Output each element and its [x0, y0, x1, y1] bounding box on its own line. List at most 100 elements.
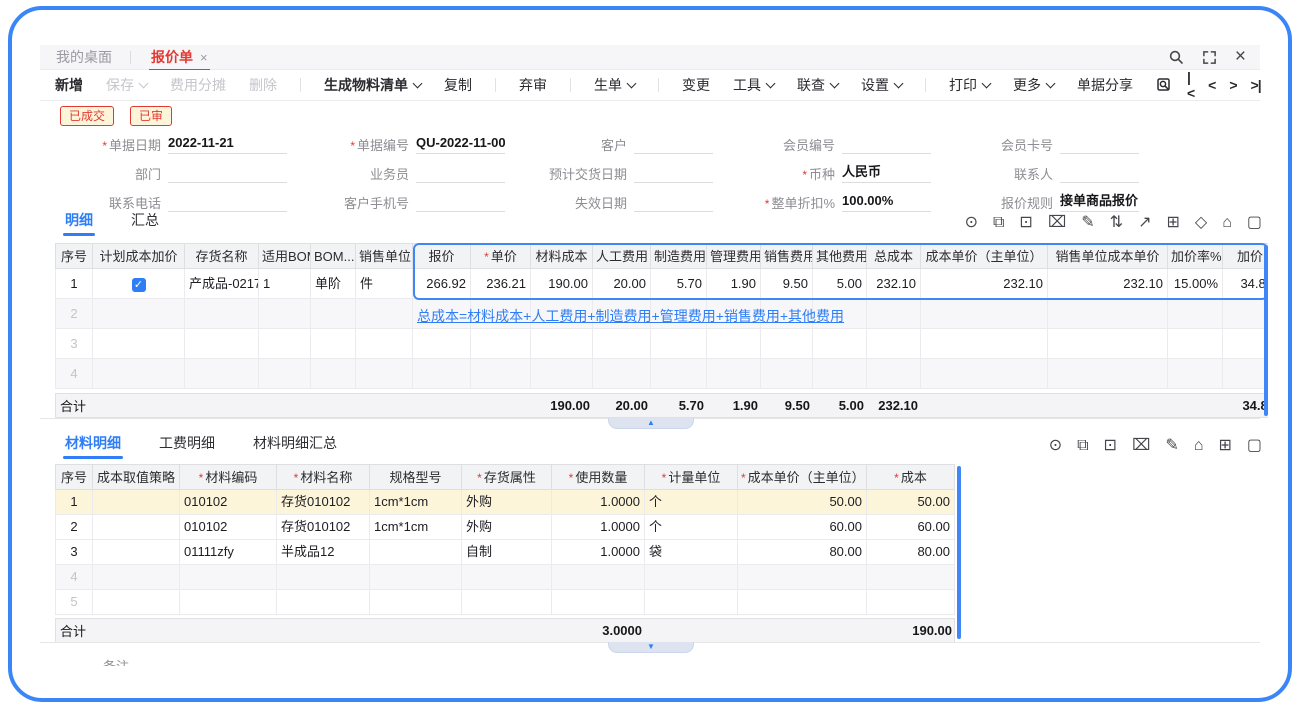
table-cell[interactable] [1223, 359, 1268, 389]
table-cell[interactable]: 存货010102 [277, 515, 370, 540]
table-cell[interactable]: 1.0000 [552, 490, 645, 515]
collapse-handle-up[interactable]: ▲ [608, 418, 694, 429]
record-search-icon[interactable] [1156, 77, 1173, 94]
table-cell[interactable] [552, 590, 645, 615]
store-icon[interactable]: ⌂ [1194, 438, 1204, 454]
table-cell[interactable] [259, 329, 311, 359]
table-cell[interactable]: 自制 [462, 540, 552, 565]
fullscreen-icon[interactable]: ▢ [1247, 438, 1262, 454]
column-header[interactable]: *材料编码 [180, 464, 277, 490]
batch-edit-icon[interactable]: ✎ [1165, 438, 1178, 454]
toolbar-button-link-query[interactable]: 联查 [797, 75, 838, 95]
table-cell[interactable]: 232.10 [921, 269, 1048, 299]
column-header[interactable]: *材料名称 [277, 464, 370, 490]
table-cell[interactable] [370, 565, 462, 590]
column-header[interactable]: 规格型号 [370, 464, 462, 490]
tag-icon[interactable]: ◇ [1195, 215, 1207, 231]
location-pin-icon[interactable]: ⊙ [965, 215, 978, 231]
table-cell[interactable] [531, 359, 593, 389]
table-cell[interactable] [867, 299, 921, 329]
table-cell[interactable] [356, 359, 413, 389]
table-cell[interactable]: 20.00 [593, 269, 651, 299]
table-cell[interactable] [645, 565, 738, 590]
column-header[interactable]: 序号 [55, 243, 93, 269]
table-cell[interactable] [921, 359, 1048, 389]
row-number-cell[interactable]: 1 [55, 490, 93, 515]
table-cell[interactable] [921, 329, 1048, 359]
table-cell[interactable] [1168, 299, 1223, 329]
table-cell[interactable]: 袋 [645, 540, 738, 565]
tab-close-icon[interactable]: × [200, 50, 208, 65]
paste-icon[interactable]: ⊡ [1019, 215, 1032, 231]
table-cell[interactable]: 1.90 [707, 269, 761, 299]
trend-chart-icon[interactable]: ↗ [1138, 215, 1151, 231]
table-cell[interactable] [1048, 329, 1168, 359]
table-cell[interactable]: 50.00 [867, 490, 955, 515]
toolbar-button-copy[interactable]: 复制 [444, 75, 472, 95]
table-cell[interactable]: 外购 [462, 490, 552, 515]
field-input-customer[interactable] [634, 133, 713, 154]
table-cell[interactable] [311, 299, 356, 329]
close-icon[interactable]: × [1235, 48, 1246, 66]
table-cell[interactable]: 1cm*1cm [370, 490, 462, 515]
vertical-scrollbar[interactable] [957, 466, 961, 639]
table-cell[interactable] [311, 359, 356, 389]
table-cell[interactable] [93, 299, 185, 329]
table-cell[interactable] [93, 490, 180, 515]
table-cell[interactable] [356, 329, 413, 359]
layout-blocks-icon[interactable]: ⊞ [1166, 215, 1179, 231]
field-input-expected-delivery-date[interactable] [634, 162, 713, 183]
table-cell[interactable]: 产成品-0217 [185, 269, 259, 299]
table-cell[interactable]: 1.0000 [552, 515, 645, 540]
column-header[interactable]: *计量单位 [645, 464, 738, 490]
table-cell[interactable]: 010102 [180, 515, 277, 540]
table-cell[interactable] [370, 590, 462, 615]
table-cell[interactable] [370, 540, 462, 565]
table-cell[interactable] [921, 299, 1048, 329]
row-number-cell[interactable]: 3 [55, 329, 93, 359]
toolbar-button-expense-allocation[interactable]: 费用分摊 [170, 75, 226, 95]
tab-summary[interactable]: 汇总 [129, 206, 161, 238]
copy-add-icon[interactable]: ⧉ [1077, 438, 1088, 454]
table-cell[interactable] [813, 329, 867, 359]
copy-add-icon[interactable]: ⧉ [993, 215, 1004, 231]
export-excel-icon[interactable]: ⌧ [1048, 215, 1066, 231]
table-row[interactable]: 5 [55, 590, 955, 615]
table-cell[interactable] [93, 359, 185, 389]
collapse-handle-down[interactable]: ▼ [608, 642, 694, 653]
column-header[interactable]: 加价率% [1168, 243, 1223, 269]
field-input-salesman[interactable] [416, 162, 505, 183]
table-row[interactable]: 3 [55, 329, 1268, 359]
column-header[interactable]: 成本取值策略 [93, 464, 180, 490]
column-header[interactable]: *单价 [471, 243, 531, 269]
table-cell[interactable]: 5.70 [651, 269, 707, 299]
row-number-cell[interactable]: 4 [55, 359, 93, 389]
column-header[interactable]: *成本单价（主单位） [738, 464, 867, 490]
table-cell[interactable] [277, 565, 370, 590]
table-cell[interactable] [867, 565, 955, 590]
table-cell[interactable] [259, 359, 311, 389]
location-pin-icon[interactable]: ⊙ [1049, 438, 1062, 454]
column-header[interactable]: 加价 [1223, 243, 1268, 269]
table-cell[interactable] [651, 359, 707, 389]
table-cell[interactable]: 1.0000 [552, 540, 645, 565]
toolbar-button-print[interactable]: 打印 [949, 75, 990, 95]
table-cell[interactable]: 60.00 [867, 515, 955, 540]
table-cell[interactable]: 1cm*1cm [370, 515, 462, 540]
column-header[interactable]: 销售单位 [356, 243, 413, 269]
toolbar-button-more[interactable]: 更多 [1013, 75, 1054, 95]
table-cell[interactable] [867, 329, 921, 359]
table-cell[interactable]: 50.00 [738, 490, 867, 515]
row-number-cell[interactable]: 5 [55, 590, 93, 615]
table-cell[interactable] [180, 590, 277, 615]
search-icon[interactable] [1168, 49, 1184, 65]
table-row[interactable]: 4 [55, 565, 955, 590]
expand-icon[interactable] [1202, 50, 1217, 65]
tab-material-summary[interactable]: 材料明细汇总 [251, 429, 339, 461]
table-cell[interactable]: 80.00 [738, 540, 867, 565]
batch-edit-icon[interactable]: ✎ [1081, 215, 1094, 231]
table-cell[interactable]: 80.00 [867, 540, 955, 565]
table-cell[interactable]: 存货010102 [277, 490, 370, 515]
table-cell[interactable] [593, 329, 651, 359]
fullscreen-icon[interactable]: ▢ [1247, 215, 1262, 231]
